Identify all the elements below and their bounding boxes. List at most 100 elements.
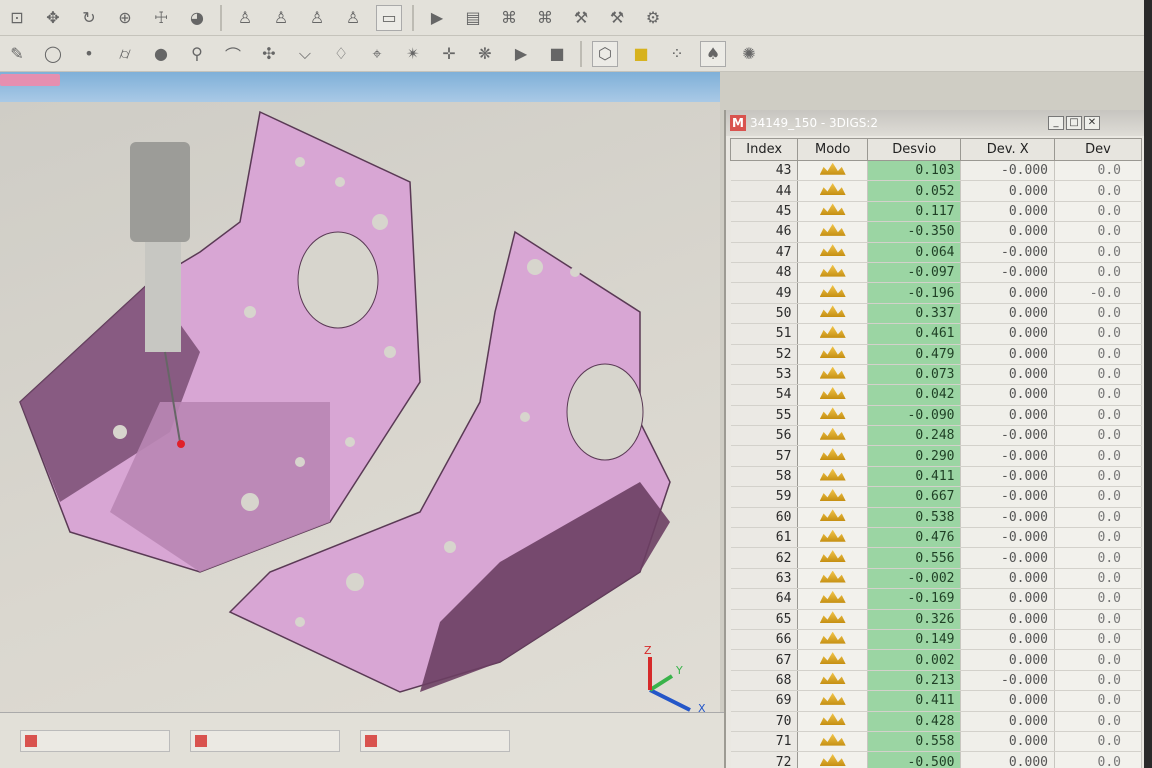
row-desvio: 0.538 (867, 507, 962, 529)
table-row[interactable]: 71 0.558 0.000 0.0 (730, 731, 1143, 753)
row-desvio: 0.479 (867, 344, 962, 365)
circle-icon[interactable]: ◯ (40, 41, 66, 67)
points-cloud-icon[interactable]: ⁘ (664, 41, 690, 67)
molecule-icon[interactable]: ❋ (472, 41, 498, 67)
probe-4-icon[interactable]: ♙ (340, 5, 366, 31)
table-row[interactable]: 52 0.479 0.000 0.0 (730, 344, 1143, 365)
table-row[interactable]: 46 -0.350 0.000 0.0 (730, 221, 1143, 243)
sphere-icon[interactable]: ● (148, 41, 174, 67)
column-header-dev-x[interactable]: Dev. X (960, 138, 1055, 161)
table-row[interactable]: 48 -0.097 -0.000 0.0 (730, 262, 1143, 284)
table-row[interactable]: 67 0.002 0.000 0.0 (730, 649, 1143, 671)
probe-2-icon[interactable]: ♙ (268, 5, 294, 31)
table-row[interactable]: 55 -0.090 0.000 0.0 (730, 405, 1143, 427)
table-row[interactable]: 59 0.667 -0.000 0.0 (730, 486, 1143, 508)
table-row[interactable]: 53 0.073 0.000 0.0 (730, 364, 1143, 386)
row-mode (797, 282, 868, 304)
row-desvio: -0.097 (867, 262, 962, 284)
arm-icon[interactable]: ♠ (700, 40, 726, 67)
move-icon[interactable]: ✥ (40, 5, 66, 31)
probe-icon[interactable]: ♙ (232, 5, 258, 31)
table-row[interactable]: 69 0.411 0.000 0.0 (730, 690, 1143, 712)
table-row[interactable]: 66 0.149 0.000 0.0 (730, 629, 1143, 651)
row-mode (797, 486, 868, 508)
tool-3-icon[interactable]: ⚙ (640, 5, 666, 31)
burst-icon[interactable]: ✴ (400, 41, 426, 67)
fold-icon[interactable]: ⌵ (292, 41, 318, 67)
table-row[interactable]: 62 0.556 -0.000 0.0 (730, 547, 1143, 569)
table-row[interactable]: 44 0.052 0.000 0.0 (730, 180, 1143, 202)
measure-icon[interactable]: ▭ (376, 4, 402, 31)
row-dev-x: 0.000 (960, 282, 1055, 304)
table-row[interactable]: 64 -0.169 0.000 0.0 (730, 588, 1143, 610)
table-row[interactable]: 58 0.411 -0.000 0.0 (730, 466, 1143, 488)
play-icon[interactable]: ▶ (424, 5, 450, 31)
column-header-desvio[interactable]: Desvio (866, 138, 962, 161)
table-row[interactable]: 61 0.476 -0.000 0.0 (730, 527, 1143, 549)
drop-icon[interactable]: ♢ (328, 41, 354, 67)
direction-icon[interactable]: ✣ (256, 41, 282, 67)
scan-icon[interactable]: ✺ (736, 41, 762, 67)
crown-mode-icon (819, 264, 846, 277)
row-dev-x: 0.000 (960, 588, 1055, 610)
arc-icon[interactable]: ⌒ (220, 41, 246, 67)
table-row[interactable]: 43 0.103 -0.000 0.0 (730, 160, 1143, 182)
crown-mode-icon (819, 672, 846, 685)
table-row[interactable]: 68 0.213 -0.000 0.0 (730, 670, 1143, 692)
run-icon[interactable]: ▶ (508, 41, 534, 67)
app-logo-icon: M (730, 115, 746, 131)
table-close-button[interactable]: ✕ (1084, 116, 1100, 130)
row-dev: 0.0 (1054, 711, 1143, 732)
secondary-toolbar: ✎ ◯ • ⌭ ● ⚲ ⌒ ✣ ⌵ ♢ ⌖ ✴ ✛ ❋ ▶ ■ ⬡ ■ ⁘ ♠ … (0, 36, 1152, 72)
table-row[interactable]: 65 0.326 0.000 0.0 (730, 609, 1143, 630)
table-row[interactable]: 57 0.290 -0.000 0.0 (730, 445, 1143, 467)
table-row[interactable]: 60 0.538 -0.000 0.0 (730, 507, 1143, 529)
wireframe-icon[interactable]: ⬡ (592, 40, 618, 67)
row-dev: 0.0 (1054, 527, 1143, 549)
row-dev-x: -0.000 (960, 160, 1055, 182)
row-dev-x: -0.000 (960, 507, 1055, 529)
program-icon[interactable]: ▤ (460, 5, 486, 31)
table-row[interactable]: 72 -0.500 0.000 0.0 (730, 751, 1143, 768)
table-row[interactable]: 50 0.337 0.000 0.0 (730, 303, 1143, 325)
network-icon[interactable]: ⌘ (496, 5, 522, 31)
cylinder-icon[interactable]: ⌭ (112, 41, 138, 67)
stop-icon[interactable]: ■ (544, 41, 570, 67)
task-item[interactable] (190, 729, 340, 752)
target-icon[interactable]: ✛ (436, 41, 462, 67)
table-row[interactable]: 54 0.042 0.000 0.0 (730, 384, 1143, 406)
pin-icon[interactable]: ⚲ (184, 41, 210, 67)
task-item[interactable] (20, 729, 170, 752)
zoom-icon[interactable]: ⊕ (112, 5, 138, 31)
pan-icon[interactable]: ☩ (148, 5, 174, 31)
table-row[interactable]: 70 0.428 0.000 0.0 (730, 711, 1143, 732)
sketch-icon[interactable]: ✎ (4, 41, 30, 67)
table-row[interactable]: 56 0.248 -0.000 0.0 (730, 425, 1143, 447)
network-2-icon[interactable]: ⌘ (532, 5, 558, 31)
column-header-index[interactable]: Index (729, 138, 799, 161)
crown-mode-icon (819, 529, 846, 542)
table-row[interactable]: 45 0.117 0.000 0.0 (730, 201, 1143, 223)
select-icon[interactable]: ⊡ (4, 5, 30, 31)
table-minimize-button[interactable]: _ (1048, 116, 1064, 130)
snap-icon[interactable]: ⌖ (364, 41, 390, 67)
table-row[interactable]: 49 -0.196 0.000 -0.0 (730, 282, 1143, 304)
tool-icon[interactable]: ⚒ (568, 5, 594, 31)
task-item[interactable] (360, 729, 510, 752)
table-row[interactable]: 63 -0.002 0.000 0.0 (730, 568, 1143, 590)
color-palette-icon[interactable]: ◕ (184, 5, 210, 31)
table-row[interactable]: 47 0.064 -0.000 0.0 (730, 242, 1143, 263)
row-mode (797, 731, 868, 753)
table-row[interactable]: 51 0.461 0.000 0.0 (730, 323, 1143, 345)
row-dev-x: 0.000 (960, 201, 1055, 223)
3d-viewport[interactable]: X Y Z (0, 102, 720, 712)
column-header-dev[interactable]: Dev (1053, 138, 1143, 161)
table-maximize-button[interactable]: □ (1066, 116, 1082, 130)
row-index: 58 (730, 466, 799, 488)
column-header-mode[interactable]: Modo (797, 138, 868, 161)
probe-3-icon[interactable]: ♙ (304, 5, 330, 31)
rotate-icon[interactable]: ↻ (76, 5, 102, 31)
tool-2-icon[interactable]: ⚒ (604, 5, 630, 31)
solid-icon[interactable]: ■ (628, 41, 654, 67)
point-icon[interactable]: • (76, 41, 102, 67)
